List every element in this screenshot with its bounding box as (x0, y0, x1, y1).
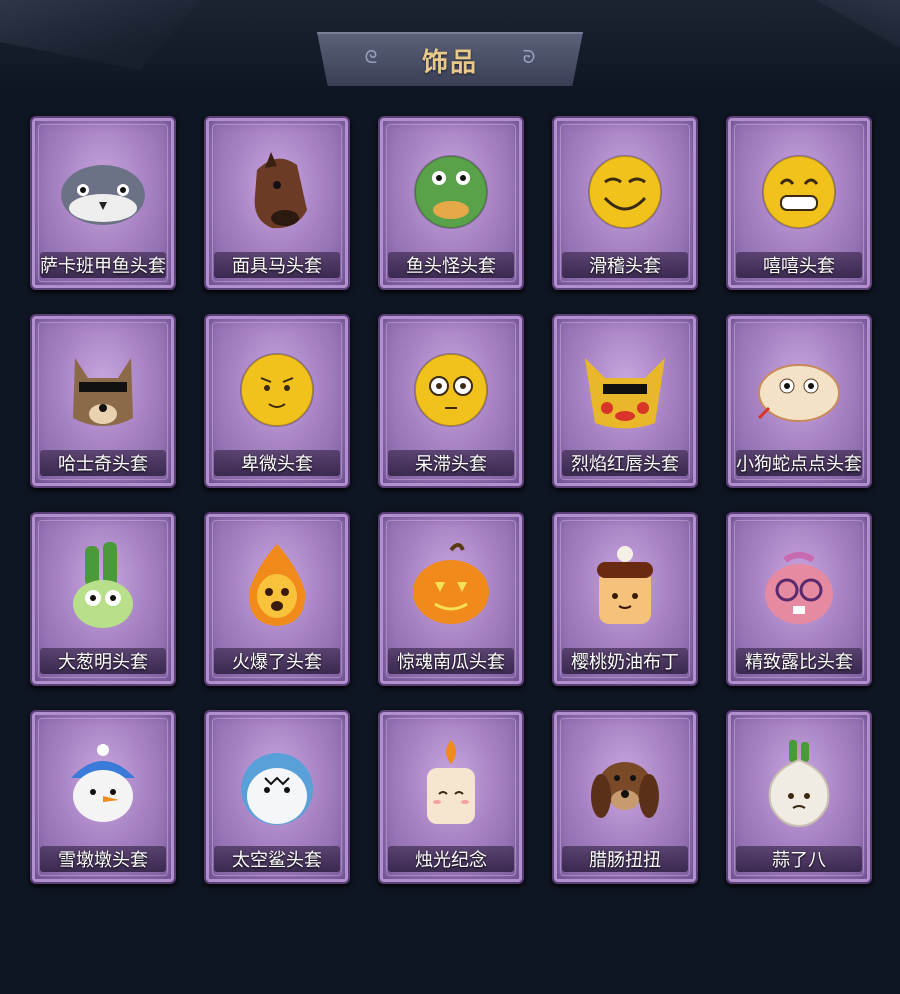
dachshund-head-icon (575, 734, 675, 834)
scallion-head-icon (53, 536, 153, 636)
accessory-label-bar: 太空鲨头套 (214, 846, 340, 872)
grin-face-icon (749, 140, 849, 240)
accessory-label-bar: 小狗蛇点点头套 (736, 450, 862, 476)
accessory-label-bar: 火爆了头套 (214, 648, 340, 674)
accessory-card[interactable]: 大葱明头套 (30, 512, 176, 686)
accessory-card[interactable]: 精致露比头套 (726, 512, 872, 686)
accessory-name: 腊肠扭扭 (589, 850, 661, 871)
accessory-card[interactable]: 雪墩墩头套 (30, 710, 176, 884)
accessory-label-bar: 雪墩墩头套 (40, 846, 166, 872)
accessory-label-bar: 腊肠扭扭 (562, 846, 688, 872)
accessory-name: 萨卡班甲鱼头套 (40, 256, 166, 277)
fish-monster-icon (401, 140, 501, 240)
pudding-head-icon (575, 536, 675, 636)
accessory-card[interactable]: 鱼头怪头套 (378, 116, 524, 290)
accessory-label-bar: 面具马头套 (214, 252, 340, 278)
funny-face-icon (575, 140, 675, 240)
accessory-label-bar: 哈士奇头套 (40, 450, 166, 476)
fire-spirit-icon (227, 536, 327, 636)
swirl-ornament-icon: ᘓ (364, 47, 378, 68)
pink-beaver-glasses-icon (749, 536, 849, 636)
accessory-label-bar: 鱼头怪头套 (388, 252, 514, 278)
accessory-name: 蒜了八 (772, 850, 826, 871)
accessory-label-bar: 惊魂南瓜头套 (388, 648, 514, 674)
accessory-label-bar: 呆滞头套 (388, 450, 514, 476)
swirl-ornament-icon: ᘒ (522, 47, 536, 68)
accessory-name: 太空鲨头套 (232, 850, 322, 871)
dazed-face-icon (401, 338, 501, 438)
accessory-name: 呆滞头套 (415, 454, 487, 475)
accessory-label-bar: 滑稽头套 (562, 252, 688, 278)
accessory-card[interactable]: 面具马头套 (204, 116, 350, 290)
accessory-name: 滑稽头套 (589, 256, 661, 277)
accessory-label-bar: 精致露比头套 (736, 648, 862, 674)
accessory-name: 雪墩墩头套 (58, 850, 148, 871)
accessory-label-bar: 卑微头套 (214, 450, 340, 476)
accessory-card[interactable]: 惊魂南瓜头套 (378, 512, 524, 686)
accessory-name: 大葱明头套 (58, 652, 148, 673)
page-title: 饰品 (421, 47, 478, 78)
accessory-name: 烈焰红唇头套 (571, 454, 679, 475)
accessory-label-bar: 嘻嘻头套 (736, 252, 862, 278)
accessory-card[interactable]: 火爆了头套 (204, 512, 350, 686)
accessory-card[interactable]: 太空鲨头套 (204, 710, 350, 884)
humble-face-icon (227, 338, 327, 438)
accessory-name: 烛光纪念 (415, 850, 487, 871)
accessory-card[interactable]: 樱桃奶油布丁 (552, 512, 698, 686)
candle-head-icon (401, 734, 501, 834)
accessory-name: 卑微头套 (241, 454, 313, 475)
accessory-name: 哈士奇头套 (58, 454, 148, 475)
accessory-name: 火爆了头套 (232, 652, 322, 673)
snake-head-icon (749, 338, 849, 438)
accessory-label-bar: 蒜了八 (736, 846, 862, 872)
pumpkin-head-icon (401, 536, 501, 636)
accessory-card[interactable]: 小狗蛇点点头套 (726, 314, 872, 488)
accessory-name: 小狗蛇点点头套 (736, 454, 862, 475)
horse-head-icon (227, 140, 327, 240)
accessory-label-bar: 樱桃奶油布丁 (562, 648, 688, 674)
accessory-label-bar: 烈焰红唇头套 (562, 450, 688, 476)
accessory-label-bar: 烛光纪念 (388, 846, 514, 872)
space-shark-icon (227, 734, 327, 834)
accessory-name: 鱼头怪头套 (406, 256, 496, 277)
accessory-card[interactable]: 滑稽头套 (552, 116, 698, 290)
accessory-card[interactable]: 蒜了八 (726, 710, 872, 884)
title-banner: ᘓ 饰品 ᘒ (317, 32, 583, 86)
accessory-grid: 萨卡班甲鱼头套 面具马头套 鱼头怪头套 滑稽头套 嘻嘻头套哈士奇头套 卑微头套 呆滞头套 烈焰… (30, 116, 872, 884)
snowman-head-icon (53, 734, 153, 834)
accessory-card[interactable]: 哈士奇头套 (30, 314, 176, 488)
fish-head-icon (53, 140, 153, 240)
accessory-card[interactable]: 烛光纪念 (378, 710, 524, 884)
accessory-name: 面具马头套 (232, 256, 322, 277)
accessory-name: 惊魂南瓜头套 (397, 652, 505, 673)
accessory-label-bar: 大葱明头套 (40, 648, 166, 674)
accessory-name: 嘻嘻头套 (763, 256, 835, 277)
accessory-card[interactable]: 卑微头套 (204, 314, 350, 488)
accessory-label-bar: 萨卡班甲鱼头套 (40, 252, 166, 278)
accessory-name: 精致露比头套 (745, 652, 853, 673)
yellow-mouse-sunglasses-icon (575, 338, 675, 438)
accessory-card[interactable]: 萨卡班甲鱼头套 (30, 116, 176, 290)
accessory-card[interactable]: 烈焰红唇头套 (552, 314, 698, 488)
accessory-card[interactable]: 嘻嘻头套 (726, 116, 872, 290)
accessory-name: 樱桃奶油布丁 (571, 652, 679, 673)
accessory-card[interactable]: 腊肠扭扭 (552, 710, 698, 884)
garlic-head-icon (749, 734, 849, 834)
husky-sunglasses-icon (53, 338, 153, 438)
accessory-card[interactable]: 呆滞头套 (378, 314, 524, 488)
